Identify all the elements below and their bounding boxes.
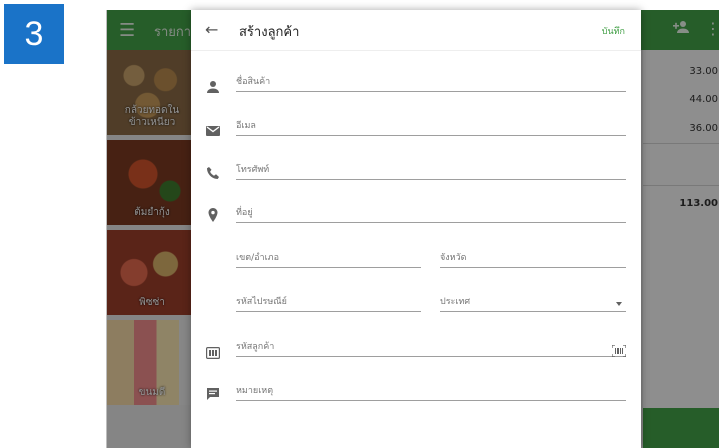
person-icon xyxy=(206,79,220,93)
phone-field[interactable]: โทรศัพท์ xyxy=(236,161,626,180)
address-field[interactable]: ที่อยู่ xyxy=(236,204,626,223)
barcode-scan-icon[interactable] xyxy=(611,342,627,358)
dialog-title: สร้างลูกค้า xyxy=(239,25,300,40)
district-field[interactable]: เขต/อำเภอ xyxy=(236,249,421,268)
country-select[interactable]: ประเทศ xyxy=(440,293,626,312)
email-icon xyxy=(206,122,220,136)
field-label: จังหวัด xyxy=(440,253,467,263)
field-label: อีเมล xyxy=(236,121,256,131)
field-label: รหัสไปรษณีย์ xyxy=(236,297,287,307)
postal-code-field[interactable]: รหัสไปรษณีย์ xyxy=(236,293,421,312)
field-label: ที่อยู่ xyxy=(236,208,253,218)
customer-name-field[interactable]: ชื่อสินค้า xyxy=(236,73,626,92)
note-field[interactable]: หมายเหตุ xyxy=(236,382,626,401)
create-customer-dialog: ← สร้างลูกค้า บันทึก ชื่อสินค้า อีเมล โท… xyxy=(191,10,641,448)
dialog-header: ← สร้างลูกค้า บันทึก xyxy=(191,10,641,51)
save-button[interactable]: บันทึก xyxy=(602,24,625,38)
field-label: รหัสลูกค้า xyxy=(236,342,275,352)
field-label: ชื่อสินค้า xyxy=(236,77,271,87)
field-label: ประเทศ xyxy=(440,297,471,307)
province-field[interactable]: จังหวัด xyxy=(440,249,626,268)
field-label: โทรศัพท์ xyxy=(236,165,270,175)
field-label: หมายเหตุ xyxy=(236,386,274,396)
customer-code-field[interactable]: รหัสลูกค้า xyxy=(236,338,627,358)
back-arrow-icon[interactable]: ← xyxy=(205,20,218,39)
id-card-icon xyxy=(206,344,221,360)
note-icon xyxy=(206,386,220,400)
chevron-down-icon xyxy=(616,302,622,306)
location-icon xyxy=(206,207,220,222)
field-label: เขต/อำเภอ xyxy=(236,253,279,263)
step-number-badge: 3 xyxy=(4,4,64,64)
email-field[interactable]: อีเมล xyxy=(236,117,626,136)
phone-icon xyxy=(206,165,220,179)
